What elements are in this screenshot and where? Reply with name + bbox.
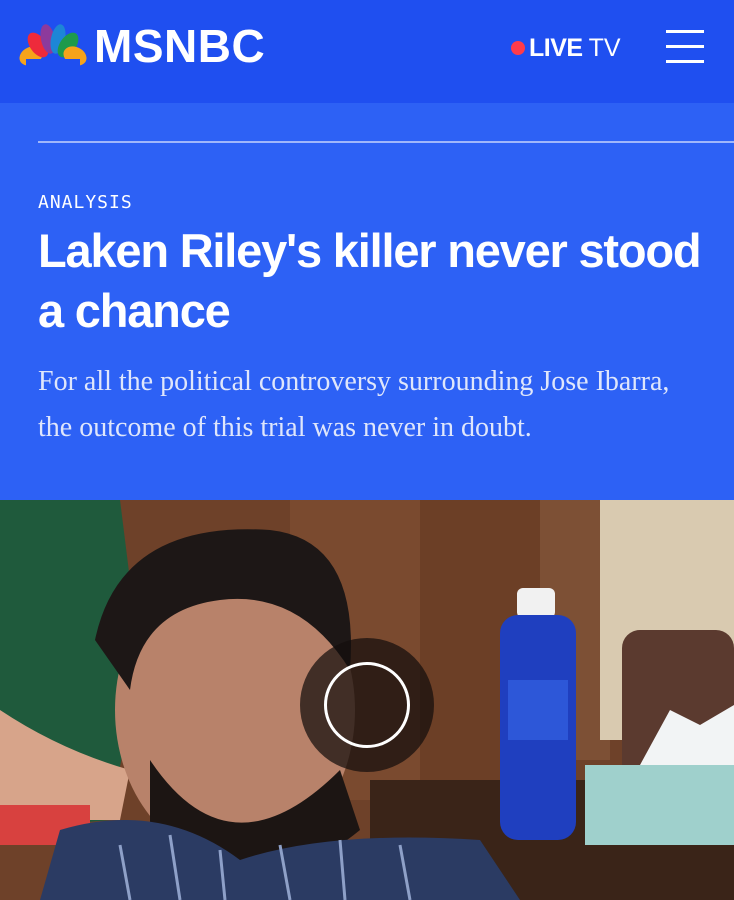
article-video-thumbnail[interactable]	[0, 500, 734, 900]
brand-wordmark: MSNBC	[94, 20, 266, 72]
live-tv-link[interactable]: LIVE TV	[511, 33, 621, 63]
peacock-logo-icon	[19, 24, 87, 69]
article-hero: ANALYSIS Laken Riley's killer never stoo…	[0, 103, 734, 500]
live-label: LIVE	[529, 33, 583, 62]
play-icon	[324, 662, 410, 748]
divider	[38, 141, 734, 143]
tv-label: TV	[588, 33, 621, 62]
menu-line	[666, 45, 704, 48]
menu-line	[666, 30, 704, 33]
menu-icon[interactable]	[666, 29, 704, 65]
article-headline: Laken Riley's killer never stood a chanc…	[38, 224, 702, 337]
article-kicker[interactable]: ANALYSIS	[38, 192, 133, 213]
article-dek: For all the political controversy surrou…	[38, 366, 670, 443]
site-header: MSNBC LIVE TV	[0, 0, 734, 103]
live-indicator-icon	[511, 41, 525, 55]
menu-line	[666, 60, 704, 63]
msnbc-logo[interactable]: MSNBC	[18, 22, 265, 70]
play-button[interactable]	[300, 638, 434, 772]
